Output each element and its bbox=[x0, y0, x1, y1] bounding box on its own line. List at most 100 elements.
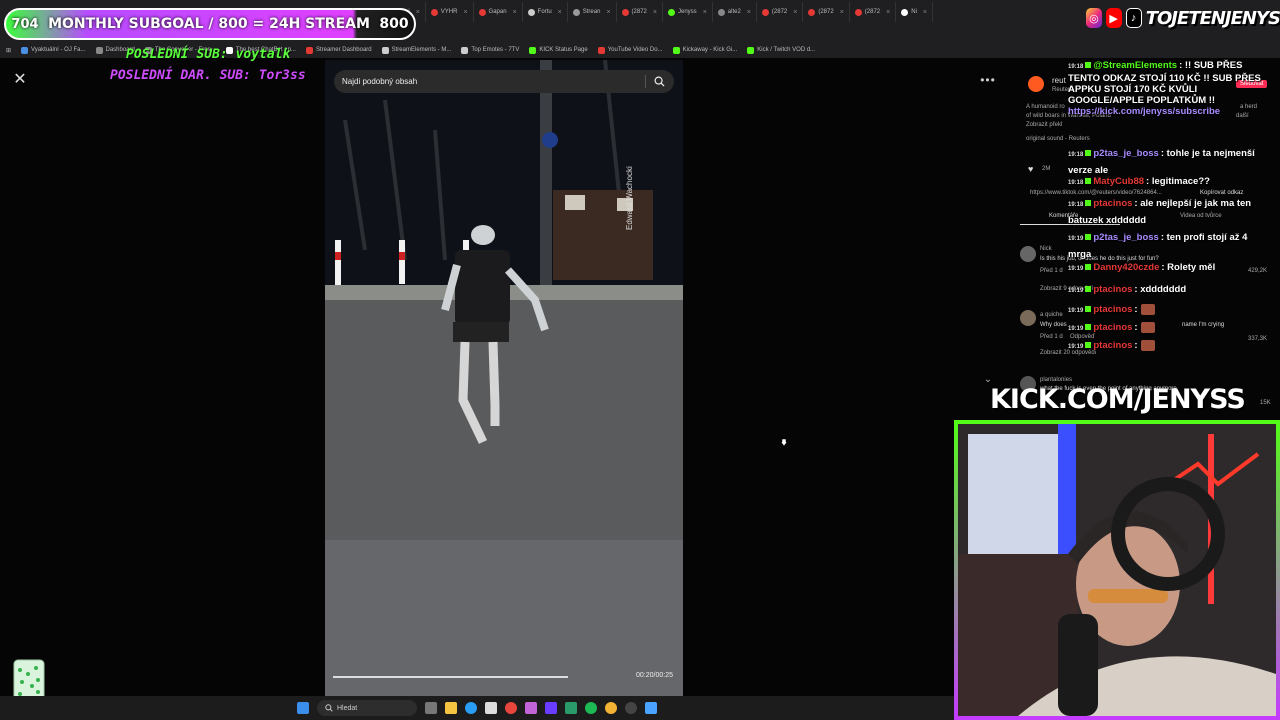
social-handle: TOJETENJENYS bbox=[1145, 7, 1280, 29]
chat-message: 19:18 p2tas_je_boss: tohle je ta nejmenší… bbox=[1068, 146, 1268, 179]
bookmark-favicon-icon bbox=[95, 46, 103, 54]
comment-user[interactable]: Nick bbox=[1040, 246, 1052, 252]
store-icon[interactable] bbox=[485, 702, 497, 714]
chat-username[interactable]: ptacinos bbox=[1093, 340, 1132, 351]
tab-close-icon[interactable]: × bbox=[703, 9, 707, 16]
start-icon[interactable] bbox=[297, 702, 309, 714]
bookmark-item[interactable]: StreamElements - M... bbox=[381, 46, 451, 54]
file-explorer-icon[interactable] bbox=[445, 702, 457, 714]
desc-line-1: A humanoid ro bbox=[1026, 104, 1065, 110]
comment-user[interactable]: plantalonies bbox=[1040, 377, 1072, 383]
heart-icon[interactable]: ♥ bbox=[1028, 164, 1033, 174]
browser-tab[interactable]: Fortu × bbox=[523, 2, 568, 22]
bookmark-item[interactable]: Kickaway - Kick Gi... bbox=[672, 46, 737, 54]
bookmark-favicon-icon bbox=[672, 46, 680, 54]
bookmark-item[interactable]: Streamer Dashboard bbox=[305, 46, 372, 54]
bookmark-favicon-icon bbox=[461, 46, 469, 54]
chat-username[interactable]: ptacinos bbox=[1093, 198, 1132, 209]
tab-favicon-icon bbox=[854, 8, 862, 16]
notepad-icon[interactable] bbox=[645, 702, 657, 714]
browser-tab[interactable]: VYHR × bbox=[426, 2, 474, 22]
comment-user[interactable]: a quiche bbox=[1040, 312, 1063, 318]
tab-close-icon[interactable]: × bbox=[840, 9, 844, 16]
spotify-icon[interactable] bbox=[585, 702, 597, 714]
browser-tab[interactable]: Jenyss × bbox=[663, 2, 713, 22]
poster-avatar[interactable] bbox=[1028, 76, 1044, 92]
bookmark-item[interactable]: YouTube Video Do... bbox=[597, 46, 663, 54]
kick-url-text: KICK.COM/JENYSS bbox=[990, 384, 1246, 415]
chat-link[interactable]: https://kick.com/jenyss/subscribe bbox=[1068, 106, 1268, 117]
search-input[interactable]: Najdi podobný obsah bbox=[342, 77, 417, 86]
bookmark-label: Streamer Dashboard bbox=[315, 47, 372, 53]
chat-username[interactable]: @StreamElements bbox=[1093, 60, 1177, 71]
chat-message: 19:19 Danny420czde: Rolety měl bbox=[1068, 262, 1215, 273]
taskbar-search[interactable]: Hledat bbox=[317, 700, 417, 716]
chat-username[interactable]: p2tas_je_boss bbox=[1093, 232, 1158, 243]
chrome-icon[interactable] bbox=[505, 702, 517, 714]
chat-message: 19:19 ptacinos: bbox=[1068, 340, 1155, 351]
video-progress-bar[interactable] bbox=[333, 676, 627, 678]
discord-icon[interactable] bbox=[525, 702, 537, 714]
chat-username[interactable]: MatyCub88 bbox=[1093, 176, 1144, 187]
tab-close-icon[interactable]: × bbox=[747, 9, 751, 16]
more-options-icon[interactable]: ••• bbox=[980, 74, 996, 86]
tab-close-icon[interactable]: × bbox=[513, 9, 517, 16]
tab-close-icon[interactable]: × bbox=[606, 9, 610, 16]
tab-close-icon[interactable]: × bbox=[558, 9, 562, 16]
browser-tab[interactable]: Strean × bbox=[568, 2, 617, 22]
chat-timestamp: 19:18 bbox=[1068, 152, 1084, 158]
poster-name[interactable]: reut bbox=[1052, 76, 1066, 85]
comment-avatar[interactable] bbox=[1020, 310, 1036, 326]
edge-icon[interactable] bbox=[465, 702, 477, 714]
chrome-2-icon[interactable] bbox=[605, 702, 617, 714]
subgoal-title: MONTHLY SUBGOAL / 800 = 24H STREAM bbox=[48, 16, 370, 32]
browser-tab[interactable]: (2872 × bbox=[757, 2, 804, 22]
tab-close-icon[interactable]: × bbox=[793, 9, 797, 16]
apps-grid-icon[interactable]: ⊞ bbox=[6, 47, 11, 54]
comment-meta: Před 1 d bbox=[1040, 268, 1063, 274]
app-icon[interactable] bbox=[545, 702, 557, 714]
bookmark-item[interactable]: Vyaktuální - OJ Fa... bbox=[21, 46, 86, 54]
chat-timestamp: 19:19 bbox=[1068, 344, 1084, 351]
task-view-icon[interactable] bbox=[425, 702, 437, 714]
bookmark-label: KICK Status Page bbox=[539, 47, 588, 53]
comment-avatar[interactable] bbox=[1020, 246, 1036, 262]
browser-tab[interactable]: (2872 × bbox=[850, 2, 897, 22]
bookmark-item[interactable]: KICK Status Page bbox=[529, 46, 588, 54]
tab-label: (2872 bbox=[631, 9, 647, 15]
tab-close-icon[interactable]: × bbox=[886, 9, 890, 16]
stream-chat: 19:18 @StreamElements: !! SUB PŘES TENTO … bbox=[1068, 58, 1280, 358]
chat-username[interactable]: ptacinos bbox=[1093, 284, 1132, 295]
browser-tab[interactable]: Gapan × bbox=[474, 2, 523, 22]
chat-username[interactable]: p2tas_je_boss bbox=[1093, 148, 1158, 159]
tab-close-icon[interactable]: × bbox=[923, 9, 927, 16]
subgoal-bar: 704 MONTHLY SUBGOAL / 800 = 24H STREAM 8… bbox=[4, 8, 416, 40]
show-translation-link[interactable]: Zobrazit překl bbox=[1026, 122, 1062, 128]
tab-close-icon[interactable]: × bbox=[653, 9, 657, 16]
search-bar[interactable]: Najdi podobný obsah bbox=[334, 70, 674, 93]
bookmark-item[interactable]: Kick / Twitch VOD d... bbox=[747, 46, 815, 54]
browser-tab[interactable]: (2872 × bbox=[617, 2, 663, 22]
bookmark-label: YouTube Video Do... bbox=[607, 47, 663, 53]
tab-close-icon[interactable]: × bbox=[463, 9, 467, 16]
video-frame bbox=[325, 59, 683, 696]
video-player[interactable]: Edward Wachocki bbox=[325, 59, 683, 696]
mouse-cursor bbox=[780, 436, 788, 446]
bookmark-item[interactable]: Top Emotes - 7TV bbox=[461, 46, 519, 54]
tab-label: (2872 bbox=[818, 9, 834, 15]
chat-username[interactable]: Danny420czde bbox=[1093, 262, 1159, 273]
obs-icon[interactable] bbox=[625, 702, 637, 714]
app-icon-2[interactable] bbox=[565, 702, 577, 714]
browser-tab[interactable]: Ni × bbox=[896, 2, 934, 22]
search-icon[interactable] bbox=[654, 76, 665, 87]
tab-label: Strean bbox=[582, 9, 601, 15]
tab-label: (2872 bbox=[864, 9, 881, 15]
tab-close-icon[interactable]: × bbox=[416, 9, 420, 16]
kick-badge-icon bbox=[1085, 234, 1092, 240]
browser-tab[interactable]: (2872 × bbox=[803, 2, 850, 22]
browser-tab[interactable]: alte2 × bbox=[713, 2, 757, 22]
chat-text: : bbox=[1134, 340, 1138, 352]
close-icon[interactable]: ✕ bbox=[12, 72, 28, 88]
chat-username[interactable]: ptacinos bbox=[1093, 322, 1132, 333]
chat-username[interactable]: ptacinos bbox=[1093, 304, 1132, 315]
